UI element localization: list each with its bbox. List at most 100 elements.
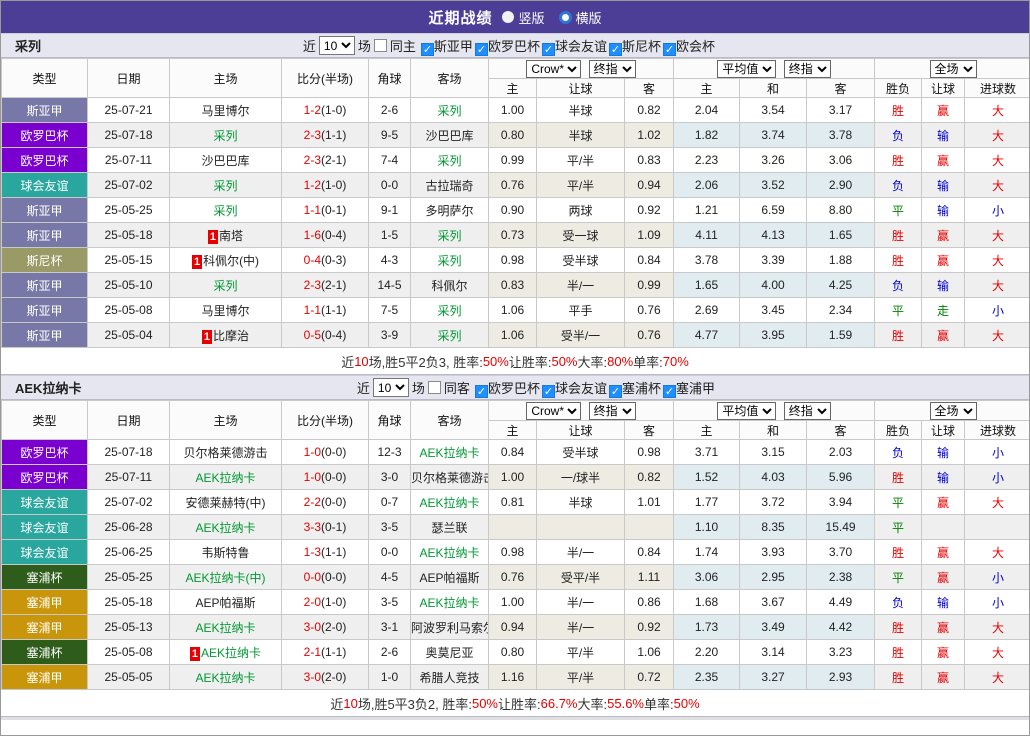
league-badge: 斯尼杯 xyxy=(1,247,88,273)
sub-col-result: 胜负 xyxy=(874,420,923,440)
avg-select[interactable]: 平均值 xyxy=(717,59,777,78)
result-goals: 小 xyxy=(964,589,1029,615)
odds-home: 0.90 xyxy=(488,197,537,223)
avg-away: 4.25 xyxy=(806,272,876,298)
near-label: 近 xyxy=(302,39,316,54)
result-wdl: 负 xyxy=(874,272,923,298)
col-away: 客场 xyxy=(410,400,489,440)
fulltime-select[interactable]: 全场 xyxy=(929,401,977,420)
team-name-text: 采列 xyxy=(437,303,462,318)
odds-away: 1.06 xyxy=(623,639,675,665)
same-venue-checkbox[interactable] xyxy=(427,381,441,394)
fulltime-select[interactable]: 全场 xyxy=(929,59,977,78)
league-checkbox[interactable]: ✓ xyxy=(541,384,555,398)
avg-home: 2.06 xyxy=(673,172,741,198)
odds-home: 1.00 xyxy=(488,589,537,615)
odds-away: 0.72 xyxy=(623,664,675,690)
avg-draw: 3.95 xyxy=(739,322,808,348)
same-venue-label: 同客 xyxy=(443,381,470,396)
away-team: 瑟兰联 xyxy=(410,514,489,540)
league-checkbox[interactable]: ✓ xyxy=(541,42,555,56)
league-checkbox[interactable]: ✓ xyxy=(474,42,488,56)
league-checkbox[interactable]: ✓ xyxy=(474,384,488,398)
odds-provider-select[interactable]: Crow* xyxy=(526,401,582,420)
league-checkbox[interactable]: ✓ xyxy=(608,384,622,398)
avg-draw: 3.67 xyxy=(739,589,808,615)
same-venue-checkbox[interactable] xyxy=(373,39,387,52)
summary-row: 近 10 场,胜5平2负3, 胜率: 50% 让胜率: 50% 大率: 80% 单率: 70… xyxy=(1,348,1029,375)
sub-col-goals-result: 进球数 xyxy=(964,78,1029,98)
handicap-line: 半/一 xyxy=(536,614,625,640)
corner-score: 2-6 xyxy=(368,97,411,123)
table-row: 球会友谊 25-07-02 采列 1-2(1-0) 0-0 古拉瑞奇 0.76 平/半 0.94… xyxy=(1,172,1029,198)
odds-away: 1.01 xyxy=(623,489,675,515)
final-odds-select-2[interactable]: 终指 xyxy=(783,59,831,78)
league-checkbox[interactable]: ✓ xyxy=(662,42,676,56)
final-odds-select[interactable]: 终指 xyxy=(588,401,636,420)
sub-col-goals-result: 进球数 xyxy=(964,420,1029,440)
league-checkbox[interactable]: ✓ xyxy=(662,384,676,398)
match-date: 25-05-08 xyxy=(87,297,170,323)
col-type: 类型 xyxy=(1,400,88,440)
avg-select[interactable]: 平均值 xyxy=(717,401,777,420)
corner-score: 3-0 xyxy=(368,464,411,490)
summary-text: 70% xyxy=(662,353,689,369)
fulltime-score: 1-0 xyxy=(303,470,321,484)
away-team: 科佩尔 xyxy=(410,272,489,298)
games-count-select[interactable]: 10 xyxy=(318,36,355,55)
result-goals: 大 xyxy=(964,97,1029,123)
sub-col-avg-away: 客 xyxy=(806,420,876,440)
games-count-select[interactable]: 10 xyxy=(372,378,409,397)
team-name-text: 马里博尔 xyxy=(201,303,250,318)
match-date: 25-06-25 xyxy=(87,539,170,565)
fulltime-score: 0-0 xyxy=(303,570,321,584)
result-wdl: 平 xyxy=(874,514,923,540)
league-checkbox[interactable]: ✓ xyxy=(420,42,434,56)
radio-selected-icon[interactable] xyxy=(558,10,572,24)
odds-away: 0.82 xyxy=(623,97,675,123)
table-row: 欧罗巴杯 25-07-11 AEK拉纳卡 1-0(0-0) 3-0 贝尔格莱德游击 1.00… xyxy=(1,464,1029,490)
summary-text: 66.7% xyxy=(540,695,578,711)
handicap-line: 平/半 xyxy=(536,639,625,665)
league-filter-list: ✓ 斯亚甲 ✓ 欧罗巴杯 ✓ 球会友谊 ✓ 斯尼杯 ✓ 欧会杯 xyxy=(420,36,717,56)
result-goals: 小 xyxy=(964,197,1029,223)
filter-row: 采列 近 10 场 同主 ✓ 斯亚甲 ✓ 欧罗巴杯 ✓ 球会友谊 ✓ 斯尼杯 ✓ 欧会杯 xyxy=(1,33,1029,58)
team-name-text: 韦斯特鲁 xyxy=(201,545,250,560)
corner-score: 9-5 xyxy=(368,122,411,148)
table-row: 塞浦甲 25-05-18 AEP帕福斯 2-0(1-0) 3-5 AEK拉纳卡 1.00 半/… xyxy=(1,589,1029,615)
home-team: 1 南塔 xyxy=(169,222,282,248)
team-name-text: 贝尔格莱德游击 xyxy=(411,470,489,485)
final-odds-select[interactable]: 终指 xyxy=(588,59,636,78)
odds-home: 1.00 xyxy=(488,97,537,123)
avg-away: 15.49 xyxy=(806,514,876,540)
sub-col-away-odds: 客 xyxy=(623,420,675,440)
league-badge: 欧罗巴杯 xyxy=(1,122,88,148)
league-badge: 球会友谊 xyxy=(1,489,88,515)
league-badge: 球会友谊 xyxy=(1,539,88,565)
avg-home: 2.04 xyxy=(673,97,741,123)
league-badge: 斯亚甲 xyxy=(1,97,88,123)
fulltime-score: 1-6 xyxy=(303,228,321,242)
result-wdl: 胜 xyxy=(874,222,923,248)
radio-horizontal-layout[interactable]: 横版 xyxy=(558,8,602,27)
handicap-line: 两球 xyxy=(536,197,625,223)
final-odds-select-2[interactable]: 终指 xyxy=(783,401,831,420)
odds-group-header: Crow* 终指 xyxy=(487,58,675,79)
odds-provider-select[interactable]: Crow* xyxy=(526,59,582,78)
league-checkbox[interactable]: ✓ xyxy=(608,42,622,56)
result-goals: 大 xyxy=(964,247,1029,273)
corner-score: 3-1 xyxy=(368,614,411,640)
halftime-score: (0-0) xyxy=(321,495,347,509)
team-name-text: 瑟兰联 xyxy=(431,520,468,535)
halftime-score: (0-4) xyxy=(321,328,347,342)
away-team: 采列 xyxy=(410,297,489,323)
match-date: 25-07-11 xyxy=(87,147,170,173)
odds-home: 0.76 xyxy=(488,172,537,198)
odds-away: 0.83 xyxy=(623,147,675,173)
avg-away: 4.42 xyxy=(806,614,876,640)
radio-vertical-layout[interactable]: 竖版 xyxy=(502,8,545,27)
home-team: AEP帕福斯 xyxy=(169,589,282,615)
radio-icon[interactable] xyxy=(502,11,515,23)
away-team: 奥莫尼亚 xyxy=(410,639,489,665)
league-checkbox-label: 塞浦甲 xyxy=(675,380,715,396)
